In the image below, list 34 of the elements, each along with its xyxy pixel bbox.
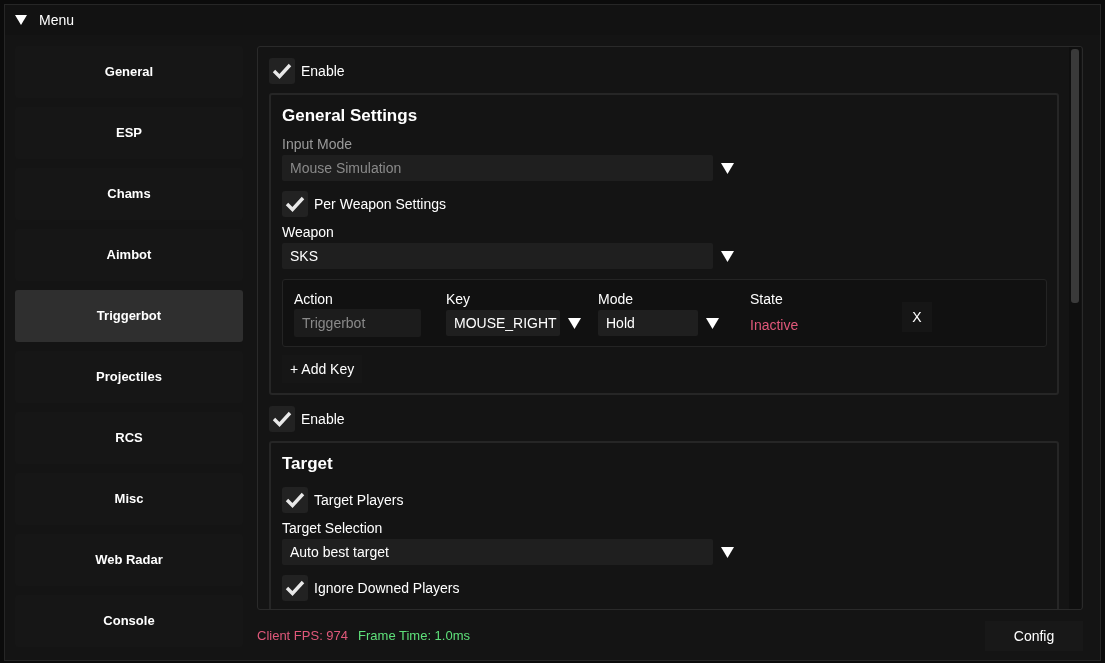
- checkbox-label: Enable: [301, 61, 345, 81]
- sidebar-tab[interactable]: Triggerbot: [15, 290, 243, 342]
- fps-text: Client FPS: 974: [257, 627, 349, 646]
- collapse-triangle-icon[interactable]: [15, 15, 27, 25]
- field-label: Weapon: [282, 223, 335, 241]
- scrollbar[interactable]: [1069, 47, 1081, 609]
- column-header: Mode: [598, 289, 635, 309]
- column-header: Action: [294, 289, 334, 309]
- group-title: Target: [282, 453, 334, 475]
- checkbox[interactable]: [282, 575, 308, 601]
- checkbox[interactable]: [269, 406, 295, 432]
- column-header: Key: [446, 289, 472, 309]
- checkbox-label: Enable: [301, 409, 345, 429]
- field-label: Target Selection: [282, 519, 384, 537]
- dropdown-caret-icon[interactable]: [721, 546, 734, 558]
- checkbox-label: Ignore Downed Players: [314, 578, 460, 598]
- group-title: General Settings: [282, 105, 419, 127]
- checkbox[interactable]: [269, 58, 295, 84]
- scrollbar-thumb[interactable]: [1071, 49, 1079, 303]
- remove-button[interactable]: X: [902, 302, 932, 332]
- checkbox[interactable]: [282, 487, 308, 513]
- config-button[interactable]: Config: [985, 621, 1083, 651]
- frame-time-text: Frame Time: 1.0ms: [358, 627, 470, 646]
- checkbox-label: Per Weapon Settings: [314, 194, 447, 214]
- action-field[interactable]: Triggerbot: [294, 309, 421, 337]
- checkbox-label: Target Players: [314, 490, 404, 510]
- window-title: Menu: [39, 10, 75, 30]
- checkbox[interactable]: [282, 191, 308, 217]
- column-header: State: [750, 289, 784, 309]
- dropdown-caret-icon[interactable]: [721, 250, 734, 262]
- field-label: Input Mode: [282, 135, 354, 153]
- dropdown-caret-icon[interactable]: [706, 317, 719, 329]
- dropdown-caret-icon[interactable]: [568, 317, 581, 329]
- state-text: Inactive: [750, 315, 800, 335]
